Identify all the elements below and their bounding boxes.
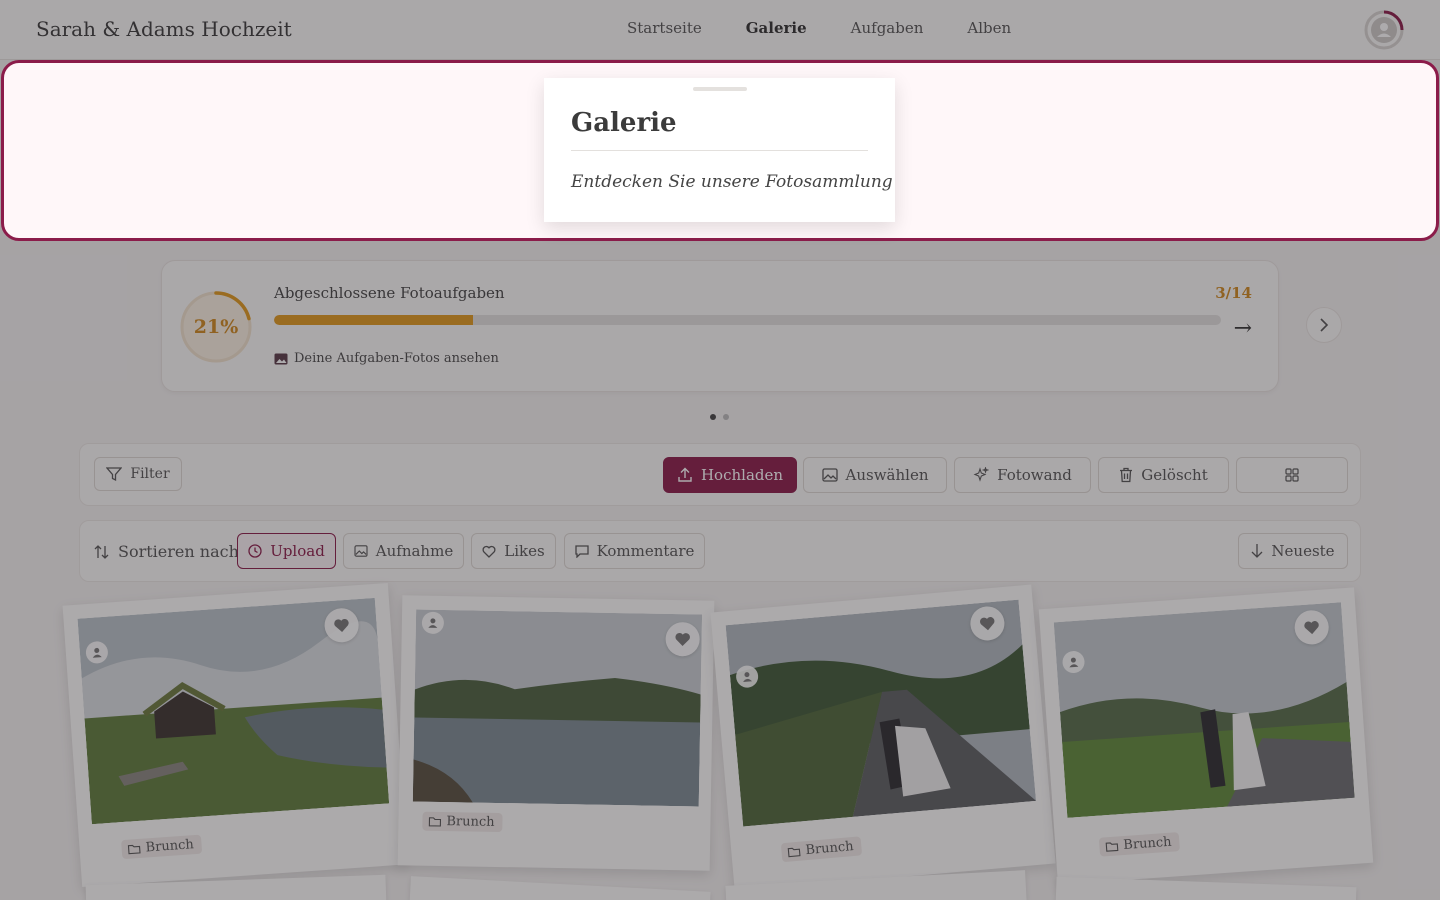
- tooltip-drag-handle[interactable]: [693, 87, 747, 91]
- tooltip-text: Entdecken Sie unsere Fotosammlung: [571, 172, 893, 192]
- tooltip-divider: [571, 150, 868, 151]
- tour-tooltip[interactable]: Galerie Entdecken Sie unsere Fotosammlun…: [544, 78, 895, 222]
- tooltip-title: Galerie: [571, 108, 677, 138]
